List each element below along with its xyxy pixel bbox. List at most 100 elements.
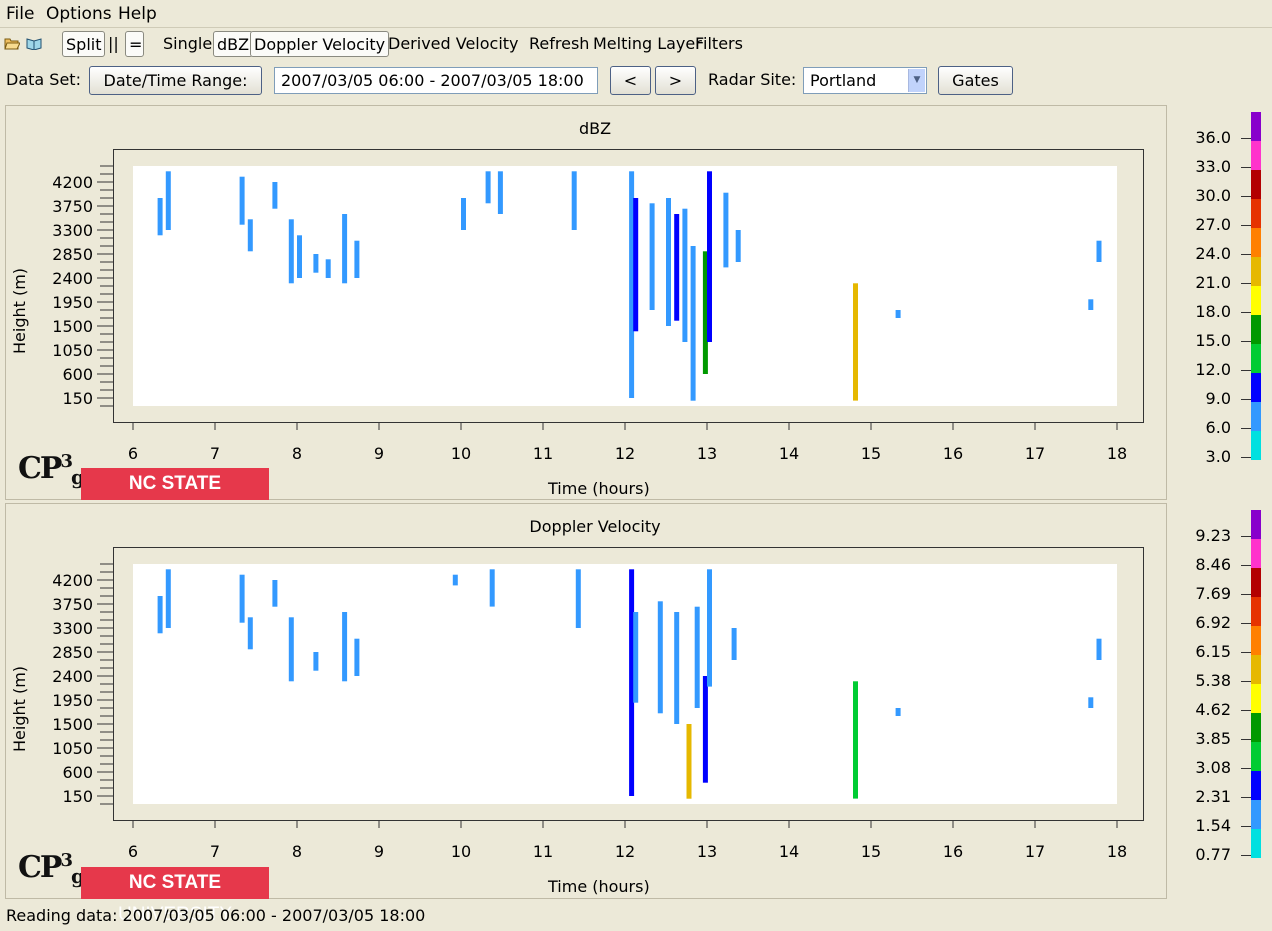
doppler-colorbar-tick <box>1241 565 1251 566</box>
doppler-cell <box>707 569 712 687</box>
dbz-colorbar-label: 33.0 <box>1195 157 1231 176</box>
doppler-colorbar-label: 8.46 <box>1195 555 1231 574</box>
doppler-colorbar-segment <box>1251 655 1261 684</box>
doppler-ytick-label: 2400 <box>52 667 93 686</box>
dbz-colorbar-segment <box>1251 431 1261 460</box>
doppler-cell <box>694 606 700 708</box>
doppler-cell <box>686 724 692 799</box>
doppler-cell <box>165 569 171 628</box>
dbz-colorbar-label: 21.0 <box>1195 273 1231 292</box>
doppler-cell <box>452 574 458 586</box>
dbz-colorbar-segment <box>1251 344 1261 373</box>
doppler-cell <box>657 601 663 714</box>
doppler-xtick-label: 7 <box>210 842 220 861</box>
dbz-colorbar-label: 36.0 <box>1195 128 1231 147</box>
doppler-cell <box>895 708 901 716</box>
doppler-colorbar-label: 0.77 <box>1195 845 1231 864</box>
dbz-colorbar-segment <box>1251 315 1261 344</box>
doppler-chart: 4200 3750 3300 2850 2400 1950 1500 1050 600 150 6 7… <box>52 563 1127 861</box>
doppler-xtick-label: 11 <box>533 842 553 861</box>
doppler-colorbar-segment <box>1251 771 1261 800</box>
dbz-colorbar-label: 15.0 <box>1195 331 1231 350</box>
doppler-ytick-label: 4200 <box>52 571 93 590</box>
doppler-colorbar-tick <box>1241 710 1251 711</box>
dbz-colorbar-segment <box>1251 199 1261 228</box>
doppler-ytick-label: 3300 <box>52 619 93 638</box>
doppler-colorbar-tick <box>1241 594 1251 595</box>
doppler-cell <box>702 676 708 783</box>
dbz-colorbar-tick <box>1241 341 1251 342</box>
doppler-colorbar-label: 3.08 <box>1195 758 1231 777</box>
doppler-ytick-label: 1950 <box>52 691 93 710</box>
doppler-cell <box>731 628 737 660</box>
dbz-colorbar-label: 24.0 <box>1195 244 1231 263</box>
doppler-cell <box>313 652 319 671</box>
cpg-logo: CP3g <box>18 850 85 888</box>
doppler-colorbar-tick <box>1241 652 1251 653</box>
status-bar: Reading data: 2007/03/05 06:00 - 2007/03… <box>6 906 426 925</box>
dbz-colorbar-tick <box>1241 399 1251 400</box>
dbz-colorbar-label: 12.0 <box>1195 360 1231 379</box>
doppler-colorbar-segment <box>1251 510 1261 539</box>
doppler-colorbar-tick <box>1241 797 1251 798</box>
doppler-cell <box>342 612 348 682</box>
doppler-ylabel: Height (m) <box>10 665 29 752</box>
dbz-colorbar-segment <box>1251 112 1261 141</box>
doppler-ytick-label: 3750 <box>52 595 93 614</box>
doppler-colorbar-label: 7.69 <box>1195 584 1231 603</box>
doppler-colorbar-tick <box>1241 739 1251 740</box>
dbz-colorbar-tick <box>1241 457 1251 458</box>
doppler-colorbar-segment <box>1251 742 1261 771</box>
dbz-colorbar-label: 3.0 <box>1205 447 1231 466</box>
doppler-cell <box>157 596 163 634</box>
dbz-colorbar-segment <box>1251 373 1261 402</box>
dbz-colorbar-tick <box>1241 167 1251 168</box>
doppler-cell <box>288 617 294 682</box>
dbz-colorbar-tick <box>1241 138 1251 139</box>
dbz-colorbar-tick <box>1241 283 1251 284</box>
doppler-xtick-label: 9 <box>374 842 384 861</box>
doppler-cell <box>1088 697 1094 708</box>
doppler-colorbar <box>1251 510 1261 858</box>
doppler-colorbar-segment <box>1251 684 1261 713</box>
doppler-cell <box>575 569 581 628</box>
doppler-cell <box>272 580 278 607</box>
doppler-colorbar-segment <box>1251 800 1261 829</box>
doppler-ytick-label: 600 <box>62 763 93 782</box>
doppler-colorbar-label: 4.62 <box>1195 700 1231 719</box>
doppler-ytick-label: 2850 <box>52 643 93 662</box>
doppler-xtick-label: 16 <box>943 842 963 861</box>
dbz-colorbar-label: 6.0 <box>1205 418 1231 437</box>
doppler-colorbar-tick <box>1241 826 1251 827</box>
doppler-xtick-label: 10 <box>451 842 471 861</box>
dbz-colorbar-tick <box>1241 225 1251 226</box>
dbz-colorbar-segment <box>1251 228 1261 257</box>
doppler-xtick-label: 13 <box>697 842 717 861</box>
dbz-colorbar-label: 27.0 <box>1195 215 1231 234</box>
doppler-colorbar-segment <box>1251 539 1261 568</box>
dbz-colorbar-segment <box>1251 170 1261 199</box>
dbz-colorbar-tick <box>1241 196 1251 197</box>
doppler-colorbar-label: 3.85 <box>1195 729 1231 748</box>
dbz-colorbar-segment <box>1251 141 1261 170</box>
dbz-colorbar-tick <box>1241 428 1251 429</box>
doppler-xtick-label: 14 <box>779 842 799 861</box>
doppler-colorbar-label: 2.31 <box>1195 787 1231 806</box>
doppler-cell <box>633 612 639 703</box>
doppler-colorbar-segment <box>1251 626 1261 655</box>
doppler-xtick-label: 12 <box>615 842 635 861</box>
doppler-xtick-label: 17 <box>1025 842 1045 861</box>
dbz-colorbar-segment <box>1251 286 1261 315</box>
dbz-colorbar-segment <box>1251 257 1261 286</box>
doppler-xtick-label: 6 <box>128 842 138 861</box>
doppler-cell <box>674 612 680 724</box>
doppler-colorbar-segment <box>1251 597 1261 626</box>
doppler-colorbar-tick <box>1241 623 1251 624</box>
doppler-ytick-label: 1500 <box>52 715 93 734</box>
doppler-colorbar-segment <box>1251 713 1261 742</box>
doppler-xtick-label: 15 <box>861 842 881 861</box>
dbz-colorbar-label: 9.0 <box>1205 389 1231 408</box>
doppler-colorbar-label: 5.38 <box>1195 671 1231 690</box>
dbz-colorbar-label: 30.0 <box>1195 186 1231 205</box>
doppler-cell <box>354 638 360 676</box>
